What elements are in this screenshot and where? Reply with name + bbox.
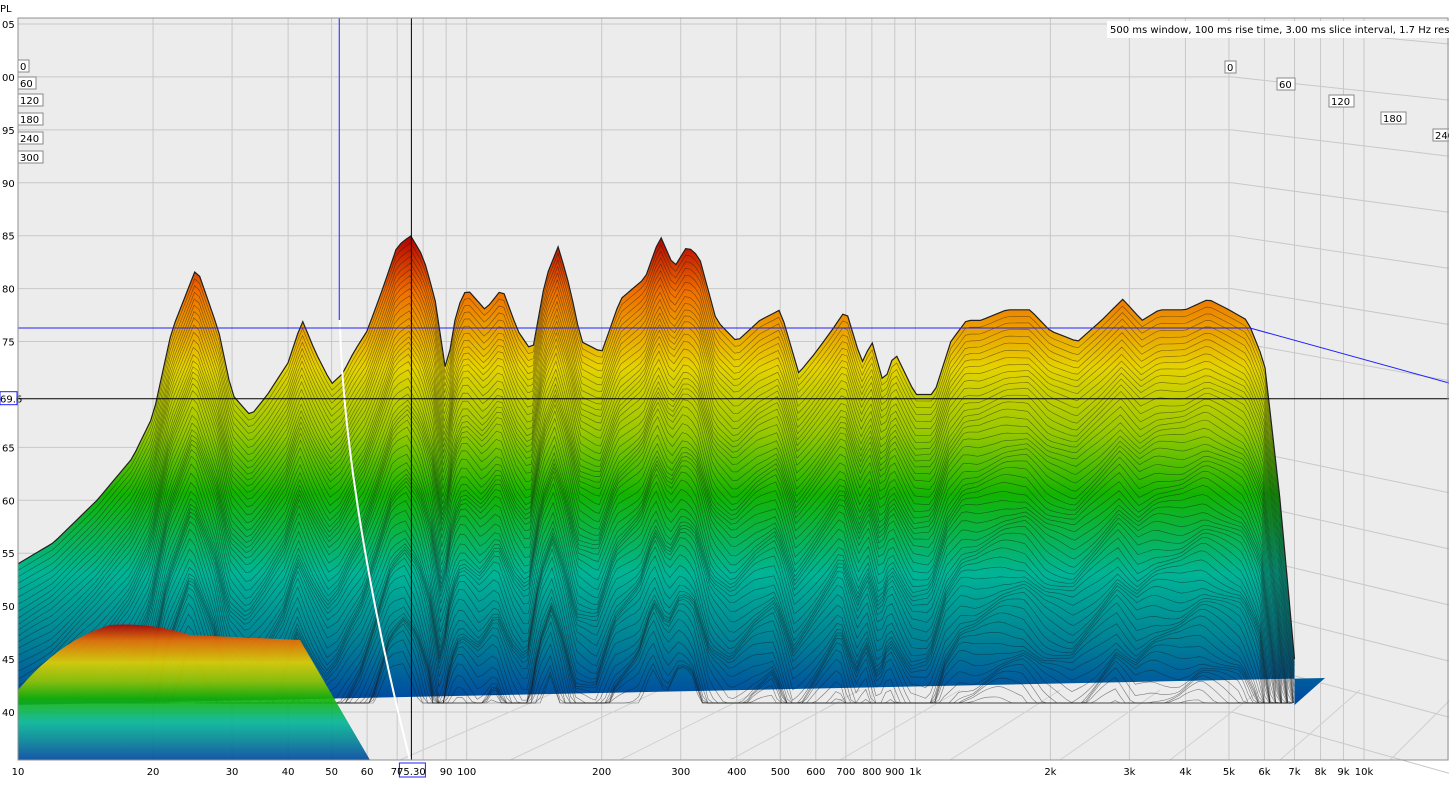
x-tick-label: 40: [282, 767, 295, 778]
x-tick-label: 60: [361, 767, 374, 778]
y-axis-label: PL: [0, 4, 12, 15]
time-axis-right-label: 240: [1435, 131, 1449, 142]
x-tick-label: 5k: [1223, 767, 1235, 778]
time-axis-label: 180: [20, 115, 39, 126]
y-tick-label: 60: [2, 496, 15, 507]
time-axis-right-label: 180: [1383, 114, 1402, 125]
time-axis-label: 0: [20, 62, 26, 73]
y-tick-label: 50: [2, 602, 15, 613]
y-tick-label: 75: [2, 338, 15, 349]
x-tick-label: 500: [771, 767, 790, 778]
y-tick-label: 05: [2, 20, 15, 31]
chart-canvas: 0500959085807569.665605550454010 20 30 40 50…: [0, 0, 1449, 786]
time-axis-label: 300: [20, 153, 39, 164]
y-tick-label: 00: [2, 73, 15, 84]
x-tick-label: 9k: [1337, 767, 1349, 778]
x-tick-label: 30: [226, 767, 239, 778]
chart-title: 500 ms window, 100 ms rise time, 3.00 ms…: [1110, 25, 1449, 36]
x-tick-label: 10: [12, 767, 25, 778]
waterfall-surface: [18, 235, 1325, 760]
y-tick-label: 90: [2, 179, 15, 190]
x-tick-label: 800: [862, 767, 881, 778]
y-tick-label: 65: [2, 443, 15, 454]
x-tick-label: 3k: [1123, 767, 1135, 778]
x-tick-label: 20: [147, 767, 160, 778]
x-tick-label: 8k: [1314, 767, 1326, 778]
x-tick-label: 200: [592, 767, 611, 778]
time-axis-right-label: 120: [1331, 97, 1350, 108]
x-tick-label: 50: [325, 767, 338, 778]
x-tick-label: 700: [836, 767, 855, 778]
time-axis-label: 60: [20, 79, 33, 90]
x-tick-label: 300: [671, 767, 690, 778]
x-tick-label: 90: [440, 767, 453, 778]
y-tick-label: 45: [2, 655, 15, 666]
x-tick-label: 100: [457, 767, 476, 778]
time-axis-label: 240: [20, 134, 39, 145]
x-tick-label: 600: [806, 767, 825, 778]
x-tick-label: 900: [885, 767, 904, 778]
x-tick-label: 2k: [1044, 767, 1056, 778]
x-tick-label: 1k: [909, 767, 921, 778]
time-axis-label: 120: [20, 96, 39, 107]
y-tick-label: 85: [2, 232, 15, 243]
y-tick-label: 40: [2, 708, 15, 719]
x-tick-label: 6k: [1258, 767, 1270, 778]
x-cursor-label: 75.30: [397, 767, 426, 778]
waterfall-chart: 05 00 95 90 85 80 75 69.6 65 60 55 50 45 40 10 20 30 40 50…: [0, 0, 1449, 786]
y-tick-label: 69.6: [0, 395, 22, 406]
x-tick-label: 7k: [1288, 767, 1300, 778]
y-tick-label: 95: [2, 126, 15, 137]
x-tick-label: 4k: [1179, 767, 1191, 778]
y-tick-label: 55: [2, 549, 15, 560]
time-axis-right-label: 0: [1227, 63, 1233, 74]
time-axis-right-label: 60: [1279, 80, 1292, 91]
x-tick-label: 10k: [1355, 767, 1374, 778]
y-tick-label: 80: [2, 285, 15, 296]
x-tick-label: 400: [727, 767, 746, 778]
